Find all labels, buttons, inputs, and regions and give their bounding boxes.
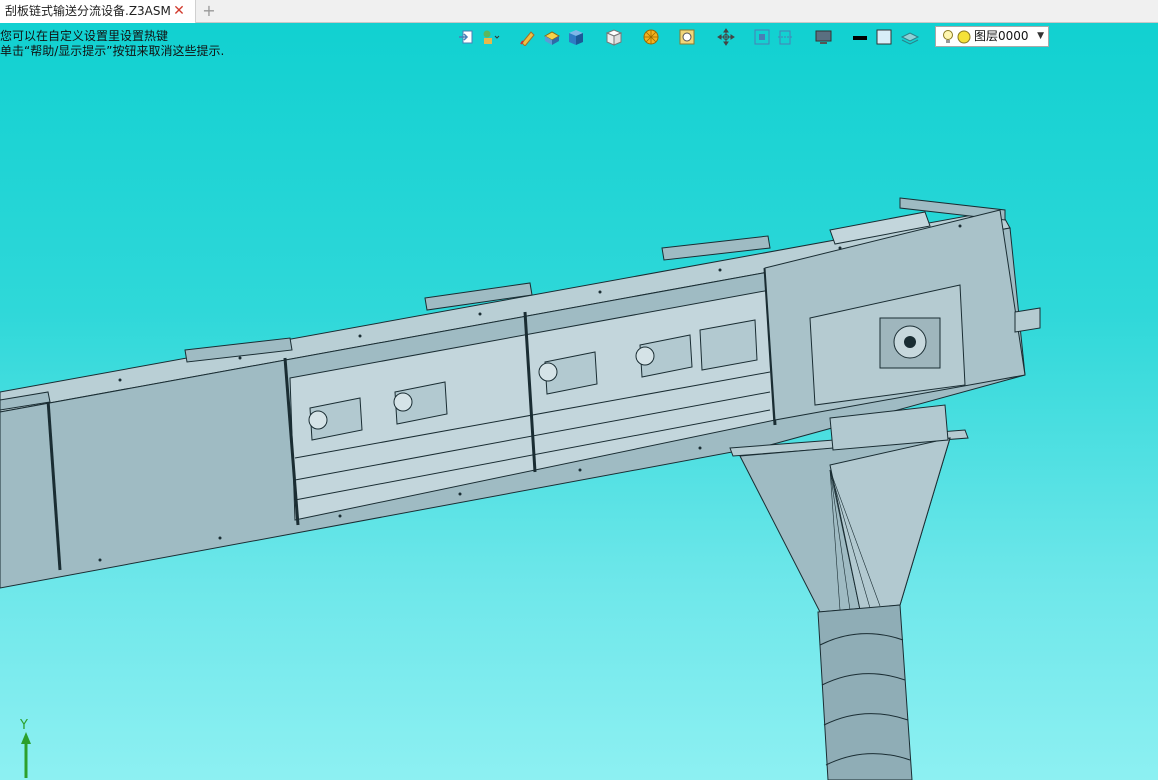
zoom-icon[interactable]	[678, 28, 698, 46]
fit-view-icon[interactable]	[752, 28, 772, 46]
plus-icon[interactable]: +	[200, 0, 218, 23]
model-viewport[interactable]	[0, 48, 1158, 780]
chevron-down-icon[interactable]: ▼	[1037, 27, 1044, 46]
y-axis-triad: Y	[19, 718, 31, 778]
shaded-part-icon[interactable]	[542, 28, 562, 46]
tab-document[interactable]: 刮板链式输送分流设备.Z3ASM ✕	[0, 0, 196, 23]
fill-color-icon[interactable]	[874, 28, 894, 46]
y-axis-label: Y	[19, 718, 28, 733]
sketch-icon[interactable]	[518, 28, 538, 46]
drive-shaft-core	[904, 336, 916, 348]
pan-icon[interactable]	[716, 28, 736, 46]
section-view-icon[interactable]	[776, 28, 796, 46]
display-icon[interactable]	[814, 28, 834, 46]
assembly-icon[interactable]	[480, 28, 500, 46]
tab-bar: 刮板链式输送分流设备.Z3ASM ✕ +	[0, 0, 1158, 23]
shaft-end	[1014, 307, 1041, 333]
layer-dot-icon	[957, 30, 971, 44]
layer-name: 图层0000	[974, 29, 1029, 43]
render-mode-icon[interactable]	[642, 28, 662, 46]
bulb-icon	[943, 30, 953, 43]
close-icon[interactable]: ✕	[171, 0, 187, 23]
tip-line-1: 您可以在自定义设置里设置热键	[0, 29, 169, 43]
exit-part-icon[interactable]	[456, 28, 476, 46]
tab-title: 刮板链式输送分流设备.Z3ASM	[5, 4, 171, 18]
view-orientation-icon[interactable]	[604, 28, 624, 46]
line-color-icon[interactable]	[850, 28, 870, 46]
view-cube-icon[interactable]	[566, 28, 586, 46]
layer-icon[interactable]	[900, 28, 920, 46]
layer-select[interactable]: 图层0000 ▼	[935, 26, 1049, 47]
